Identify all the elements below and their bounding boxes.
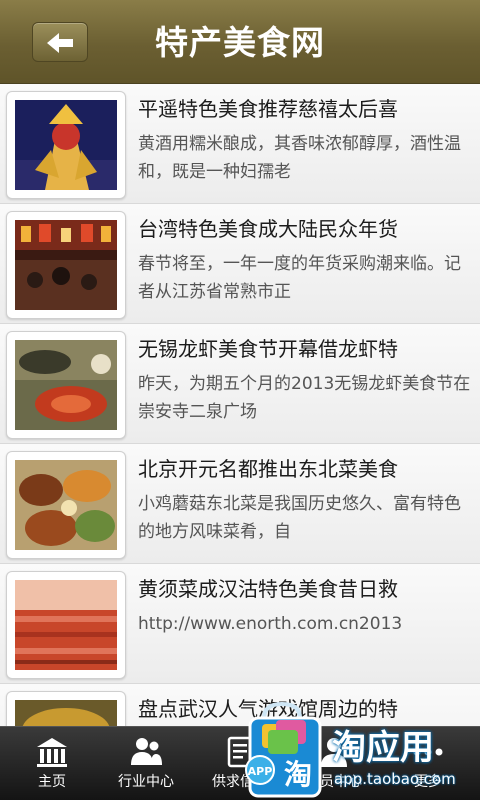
article-title: 无锡龙虾美食节开幕借龙虾特	[138, 337, 398, 361]
app-header: 特产美食网	[0, 0, 480, 84]
article-thumbnail-frame	[6, 571, 126, 679]
article-thumbnail-frame	[6, 691, 126, 726]
tab-supply-demand[interactable]: 供求信息	[192, 727, 288, 800]
tab-label: 供求信息	[212, 774, 268, 790]
article-thumbnail-frame	[6, 451, 126, 559]
page-title: 特产美食网	[155, 23, 325, 62]
article-thumbnail	[15, 700, 117, 726]
article-summary: 昨天，为期五个月的2013无锡龙虾美食节在崇安寺二泉广场	[138, 374, 471, 422]
article-item[interactable]: 台湾特色美食成大陆民众年货 春节将至，一年一度的年货采购潮来临。记者从江苏省常熟…	[0, 204, 480, 324]
article-item[interactable]: 盘点武汉人气游戏馆周边的特	[0, 684, 480, 726]
article-thumbnail	[15, 460, 117, 550]
tab-label: 主页	[38, 774, 66, 790]
article-thumbnail-frame	[6, 331, 126, 439]
article-summary: 春节将至，一年一度的年货采购潮来临。记者从江苏省常熟市正	[138, 254, 461, 302]
article-item[interactable]: 黄须菜成汉沽特色美食昔日救 http://www.enorth.com.cn20…	[0, 564, 480, 684]
people-icon	[131, 738, 162, 765]
tab-label: 会员中心	[306, 774, 362, 790]
article-item[interactable]: 无锡龙虾美食节开幕借龙虾特 昨天，为期五个月的2013无锡龙虾美食节在崇安寺二泉…	[0, 324, 480, 444]
back-button[interactable]	[32, 22, 88, 62]
article-thumbnail-frame	[6, 211, 126, 319]
article-item[interactable]: 北京开元名都推出东北菜美食 小鸡蘑菇东北菜是我国历史悠久、富有特色的地方风味菜肴…	[0, 444, 480, 564]
article-thumbnail	[15, 220, 117, 310]
article-summary: http://www.enorth.com.cn2013	[138, 614, 403, 634]
tab-more[interactable]: 更多	[380, 727, 476, 800]
tab-label: 更多	[414, 774, 442, 790]
home-icon	[37, 738, 67, 767]
article-thumbnail	[15, 100, 117, 190]
tab-member-center[interactable]: 会员中心	[286, 727, 382, 800]
member-icon	[321, 738, 347, 767]
article-title: 平遥特色美食推荐慈禧太后喜	[138, 97, 398, 121]
more-icon	[413, 748, 443, 756]
tab-industry-center[interactable]: 行业中心	[98, 727, 194, 800]
article-item[interactable]: 平遥特色美食推荐慈禧太后喜 黄酒用糯米酿成，其香味浓郁醇厚，酒性温和，既是一种妇…	[0, 84, 480, 204]
document-icon	[227, 736, 253, 768]
back-arrow-icon	[47, 33, 73, 53]
article-summary: 黄酒用糯米酿成，其香味浓郁醇厚，酒性温和，既是一种妇孺老	[138, 134, 461, 182]
article-title: 北京开元名都推出东北菜美食	[138, 457, 398, 481]
article-title: 台湾特色美食成大陆民众年货	[138, 217, 398, 241]
article-list[interactable]: 平遥特色美食推荐慈禧太后喜 黄酒用糯米酿成，其香味浓郁醇厚，酒性温和，既是一种妇…	[0, 84, 480, 726]
article-summary: 小鸡蘑菇东北菜是我国历史悠久、富有特色的地方风味菜肴，自	[138, 494, 461, 542]
article-title: 黄须菜成汉沽特色美食昔日救	[138, 577, 398, 601]
article-thumbnail-frame	[6, 91, 126, 199]
tab-label: 行业中心	[118, 774, 174, 790]
article-thumbnail	[15, 580, 117, 670]
bottom-tab-bar: 主页 行业中心 供求信息 会员中心 更多	[0, 726, 480, 800]
article-title: 盘点武汉人气游戏馆周边的特	[138, 697, 398, 721]
article-thumbnail	[15, 340, 117, 430]
tab-home[interactable]: 主页	[4, 727, 100, 800]
